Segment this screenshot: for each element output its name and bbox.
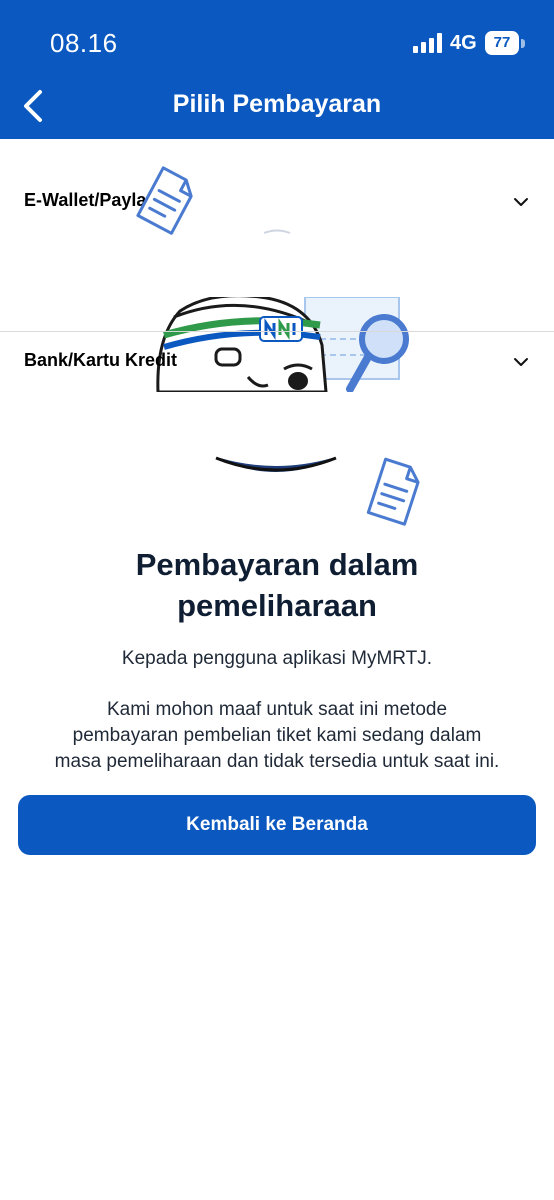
app-header: 08.16 4G 77 Pilih Pembayaran: [0, 0, 554, 139]
section-ewallet-paylater[interactable]: E-Wallet/Paylater: [0, 172, 554, 232]
battery-level: 77: [493, 34, 511, 51]
chevron-down-icon: [514, 198, 528, 206]
maintenance-message: Kami mohon maaf untuk saat ini metode pe…: [14, 697, 540, 775]
signal-bars-icon: [413, 33, 442, 53]
maintenance-title-line: Pembayaran dalam: [135, 547, 419, 582]
maintenance-message-line: masa pemeliharaan dan tidak tersedia unt…: [54, 751, 500, 772]
back-to-home-button[interactable]: Kembali ke Beranda: [18, 795, 536, 855]
maintenance-message-line: Kami mohon maaf untuk saat ini metode: [106, 699, 448, 720]
mascot-chin-fragment: [215, 456, 337, 472]
document-icon: [136, 166, 193, 235]
illustration-fragment: [263, 229, 291, 234]
document-icon: [366, 457, 420, 526]
battery-icon: 77: [485, 31, 519, 55]
maintenance-greeting: Kepada pengguna aplikasi MyMRTJ.: [121, 648, 433, 669]
network-label: 4G: [450, 32, 477, 54]
maintenance-message-line: pembayaran pembelian tiket kami sedang d…: [72, 725, 482, 746]
chevron-down-icon: [514, 358, 528, 366]
maintenance-title: Pembayaran dalam pemeliharaan: [0, 544, 554, 626]
section-label: Bank/Kartu Kredit: [24, 350, 178, 370]
page-title: Pilih Pembayaran: [172, 90, 382, 118]
section-bank-kartu-kredit[interactable]: Bank/Kartu Kredit: [0, 332, 554, 392]
battery-nub: [521, 39, 525, 48]
status-time: 08.16: [50, 28, 118, 58]
maintenance-title-line: pemeliharaan: [177, 588, 377, 623]
